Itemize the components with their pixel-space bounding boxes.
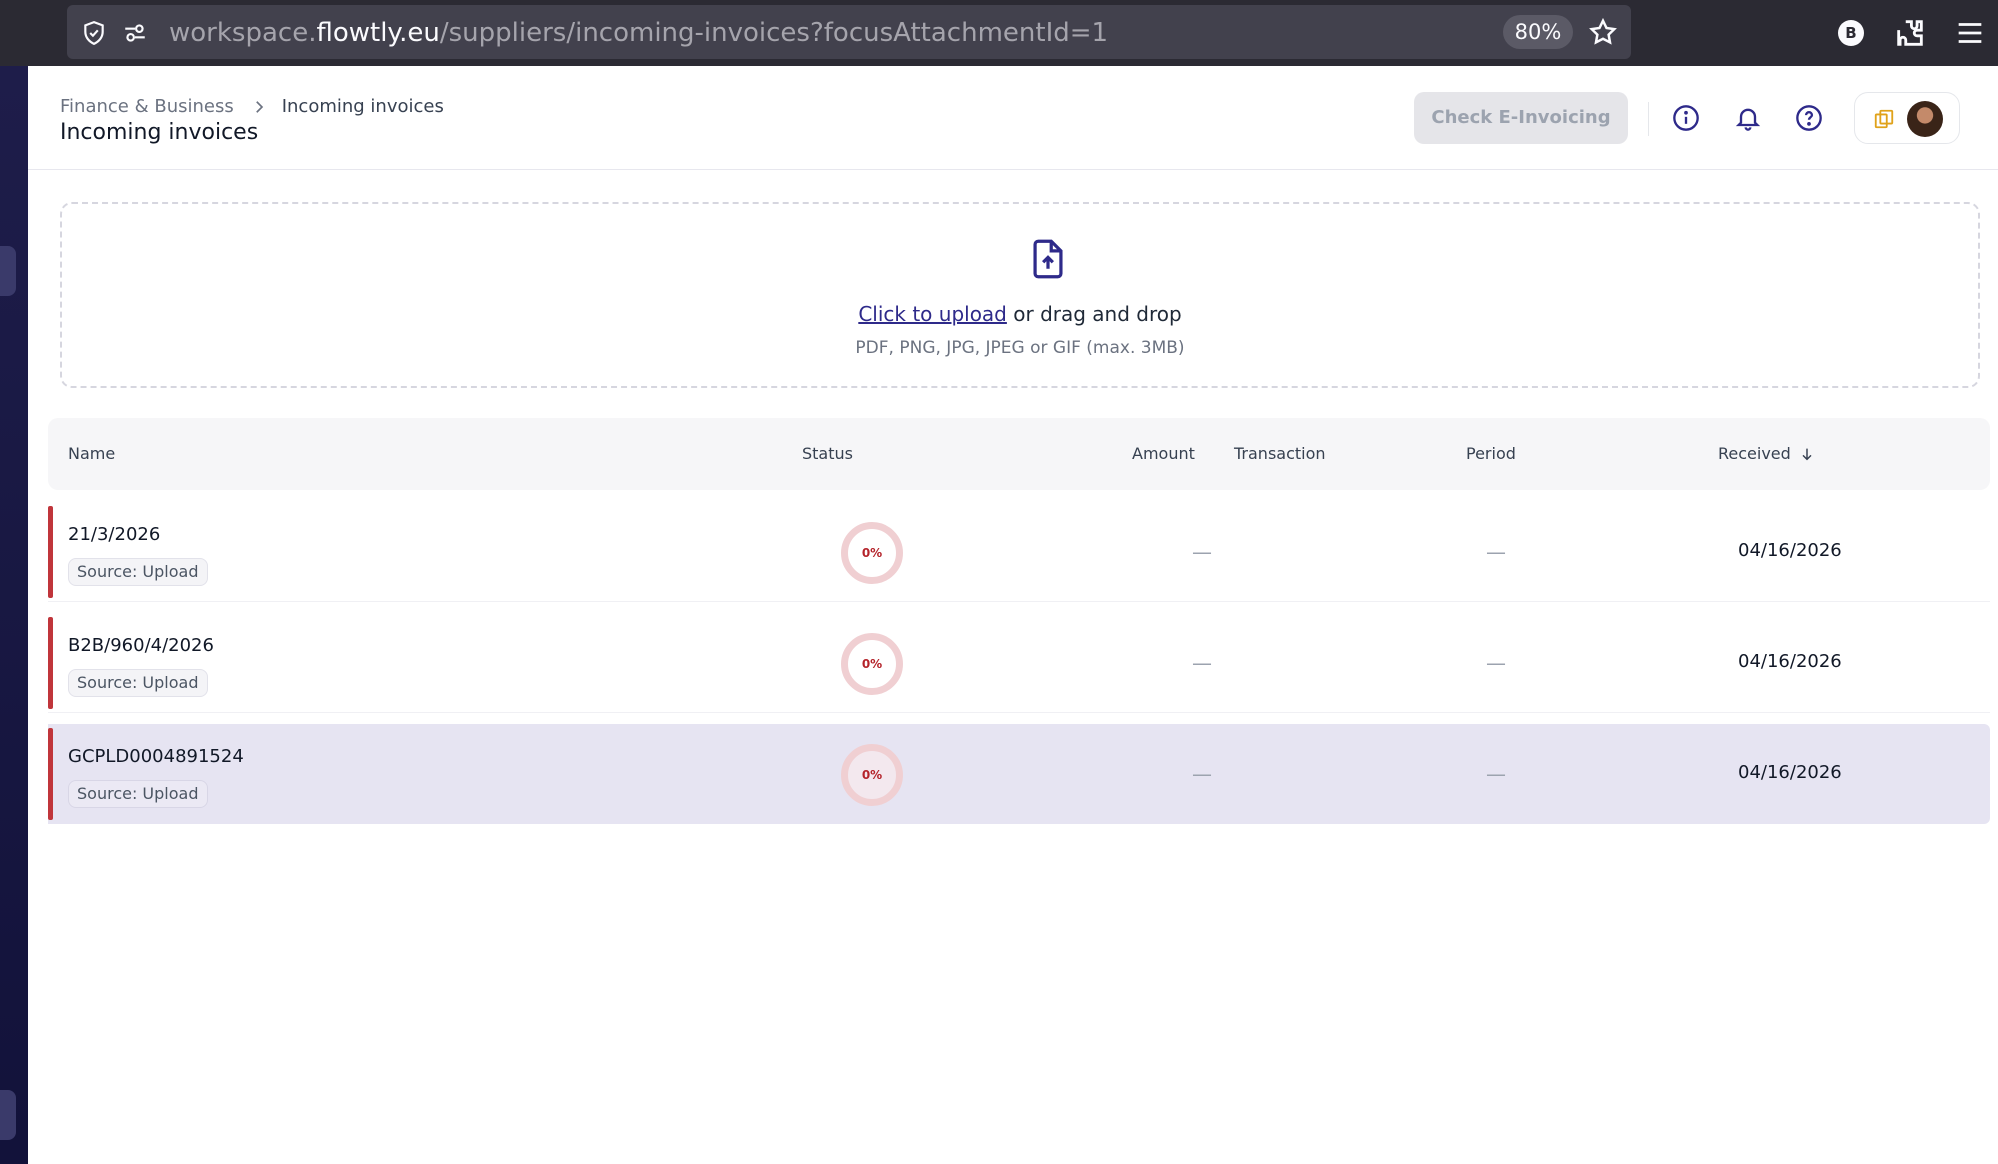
row-status-marker [48,506,53,598]
column-header-period[interactable]: Period [1466,444,1516,463]
help-icon[interactable] [1795,104,1823,132]
period-value: — [1486,762,1506,786]
column-header-status[interactable]: Status [802,444,853,463]
breadcrumb-parent-link[interactable]: Finance & Business [60,96,234,117]
bookmark-star-icon[interactable] [1588,17,1618,47]
sort-descending-icon[interactable] [1799,446,1815,462]
address-bar[interactable]: workspace.flowtly.eu/suppliers/incoming-… [67,5,1631,59]
header-divider [1648,102,1649,136]
column-header-received[interactable]: Received [1718,444,1815,463]
organization-icon [1874,109,1894,129]
user-menu-button[interactable] [1854,92,1960,144]
column-header-amount[interactable]: Amount [1132,444,1195,463]
period-value: — [1486,540,1506,564]
period-value: — [1486,651,1506,675]
source-badge: Source: Upload [68,558,208,586]
row-status-marker [48,728,53,820]
received-date: 04/16/2026 [1738,762,1842,783]
table-row[interactable]: GCPLD0004891524 Source: Upload 0% — — 04… [48,724,1990,824]
table-header: Name Status Amount Transaction Period Re… [48,418,1990,490]
received-date: 04/16/2026 [1738,651,1842,672]
profile-avatar[interactable]: B [1838,20,1864,46]
received-date: 04/16/2026 [1738,540,1842,561]
invoice-name: B2B/960/4/2026 [68,635,214,656]
column-header-transaction[interactable]: Transaction [1234,444,1326,463]
info-icon[interactable] [1672,104,1700,132]
status-progress-ring: 0% [841,744,903,806]
amount-value: — [1192,651,1212,675]
amount-value: — [1192,540,1212,564]
bell-icon[interactable] [1734,104,1762,132]
column-header-name[interactable]: Name [68,444,115,463]
upload-file-types-hint: PDF, PNG, JPG, JPEG or GIF (max. 3MB) [855,338,1185,358]
amount-value: — [1192,762,1212,786]
table-row[interactable]: B2B/960/4/2026 Source: Upload 0% — — 04/… [48,613,1990,713]
zoom-level-badge[interactable]: 80% [1503,15,1573,49]
shield-icon[interactable] [81,20,107,46]
page-title: Incoming invoices [60,120,259,145]
status-progress-ring: 0% [841,522,903,584]
click-to-upload-link[interactable]: Click to upload [858,302,1007,326]
chevron-right-icon [255,100,263,113]
avatar[interactable] [1907,101,1943,137]
breadcrumb-current: Incoming invoices [281,96,444,117]
sidebar-rail [0,66,28,1164]
row-status-marker [48,617,53,709]
main-content: Finance & Business Incoming invoices Inc… [28,66,1998,1164]
url-text[interactable]: workspace.flowtly.eu/suppliers/incoming-… [169,18,1108,48]
status-progress-ring: 0% [841,633,903,695]
sidebar-handle[interactable] [0,1090,16,1140]
extensions-icon[interactable] [1893,16,1927,50]
breadcrumb: Finance & Business Incoming invoices [60,96,444,117]
invoice-name: 21/3/2026 [68,524,161,545]
permissions-icon[interactable] [122,20,148,46]
table-row[interactable]: 21/3/2026 Source: Upload 0% — — 04/16/20… [48,502,1990,602]
invoice-name: GCPLD0004891524 [68,746,244,767]
source-badge: Source: Upload [68,780,208,808]
upload-instruction: Click to upload or drag and drop [858,302,1182,326]
source-badge: Source: Upload [68,669,208,697]
page-header: Finance & Business Incoming invoices Inc… [28,66,1998,170]
upload-dropzone[interactable]: Click to upload or drag and drop PDF, PN… [60,202,1980,388]
menu-icon[interactable] [1953,16,1987,50]
file-upload-icon [1033,239,1063,279]
check-e-invoicing-button[interactable]: Check E-Invoicing [1414,92,1628,144]
browser-toolbar: workspace.flowtly.eu/suppliers/incoming-… [0,0,1998,66]
sidebar-handle[interactable] [0,246,16,296]
